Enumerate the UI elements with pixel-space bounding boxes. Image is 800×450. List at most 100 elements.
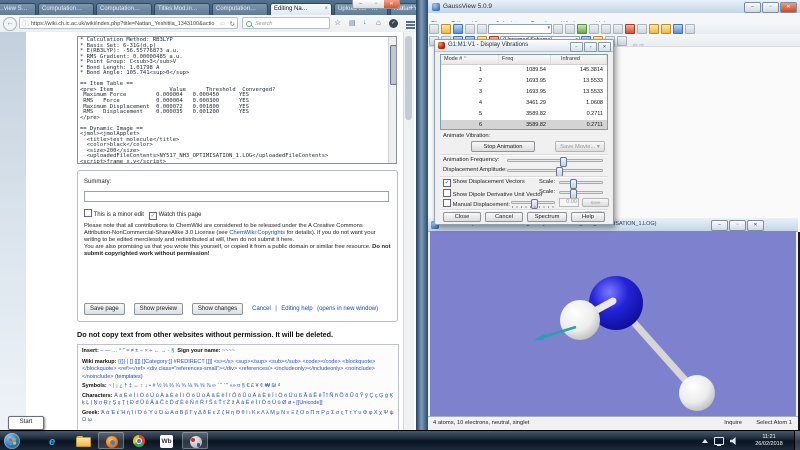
hydrogen-atom-front[interactable] bbox=[560, 300, 600, 340]
maximize-button[interactable]: ▫ bbox=[584, 42, 597, 52]
page-scrollbar-thumb[interactable] bbox=[405, 36, 412, 120]
maximize-button[interactable]: ▫ bbox=[368, 0, 383, 8]
vibration-modes-table[interactable]: Mode # ^ Freq Infrared 11089.54145.3814 … bbox=[440, 54, 608, 130]
network-icon[interactable] bbox=[714, 437, 724, 445]
print-icon[interactable] bbox=[465, 24, 475, 34]
query-tool-icon[interactable] bbox=[637, 24, 647, 34]
browser-tab[interactable]: Computation… bbox=[38, 3, 94, 15]
displacement-amplitude-slider[interactable] bbox=[507, 169, 603, 172]
taskbar-firefox[interactable] bbox=[98, 432, 124, 449]
open-folder-icon[interactable] bbox=[661, 24, 671, 34]
table-header[interactable]: Mode # ^ Freq Infrared bbox=[441, 55, 607, 65]
hidden-icons-icon[interactable] bbox=[702, 439, 708, 443]
translate-tool-icon[interactable] bbox=[601, 24, 611, 34]
table-row[interactable]: 21693.9513.5533 bbox=[441, 76, 607, 87]
watch-page-checkbox[interactable]: ✓ bbox=[149, 212, 157, 220]
taskbar-file-explorer[interactable] bbox=[70, 432, 96, 449]
url-bar[interactable]: ⓘ https://wiki.ch.ic.ac.uk/wiki/index.ph… bbox=[19, 17, 238, 29]
close-button[interactable]: ✕ bbox=[384, 0, 399, 8]
signature-characters[interactable]: ~~~~ bbox=[222, 348, 235, 354]
new-tab-button[interactable]: + bbox=[409, 3, 414, 13]
browser-tab[interactable]: Computation… bbox=[96, 3, 152, 15]
angle-tool-icon[interactable] bbox=[565, 24, 575, 34]
reader-mode-icon[interactable]: ▭ bbox=[220, 21, 225, 27]
wiki-source-textarea[interactable]: * Calculation Method: RB3LYP * Basis Set… bbox=[77, 36, 397, 164]
snapshot-icon[interactable] bbox=[685, 24, 695, 34]
delete-atom-icon[interactable] bbox=[625, 24, 635, 34]
taskbar-gaussview[interactable] bbox=[182, 432, 208, 449]
tab-scroll-right-icon[interactable]: › bbox=[401, 3, 404, 13]
dipole-scale-slider[interactable] bbox=[559, 191, 603, 194]
history-nav-arrows[interactable]: ⇦ ⇨ bbox=[632, 43, 644, 49]
minimize-button[interactable]: – bbox=[570, 42, 583, 52]
start-button[interactable] bbox=[4, 433, 20, 449]
maximize-button[interactable]: ▫ bbox=[762, 2, 779, 13]
taskbar-clock[interactable]: 11:21 26/02/2018 bbox=[746, 434, 792, 448]
close-button[interactable]: ✕ bbox=[598, 42, 611, 52]
accented-characters[interactable]: Á á É é Í í Ó ó Ú ú À à È è Ì ì Ò ò Ù ù … bbox=[82, 393, 393, 407]
minimize-button[interactable]: – bbox=[353, 0, 368, 8]
summary-input[interactable] bbox=[84, 191, 389, 202]
show-displacement-vectors-checkbox[interactable]: ✓ bbox=[443, 179, 451, 187]
table-row[interactable]: 43461.291.0608 bbox=[441, 98, 607, 109]
minimize-button[interactable]: – bbox=[711, 220, 728, 231]
help-button[interactable]: Help bbox=[571, 212, 605, 222]
rotate-tool-icon[interactable] bbox=[589, 24, 599, 34]
browser-tab[interactable]: Computation… bbox=[212, 3, 268, 15]
templates-link[interactable]: (templates) bbox=[115, 374, 143, 380]
save-page-button[interactable]: Save page bbox=[84, 303, 125, 315]
back-button[interactable]: ← bbox=[3, 17, 17, 31]
taskbar-wordweb[interactable]: Wb bbox=[154, 432, 180, 449]
table-row[interactable]: 11089.54145.3814 bbox=[441, 65, 607, 76]
browser-tab[interactable]: Titles:Mod.in… bbox=[154, 3, 210, 15]
new-file-icon[interactable] bbox=[429, 24, 439, 34]
open-file-icon[interactable] bbox=[441, 24, 451, 34]
cancel-link[interactable]: Cancel bbox=[252, 306, 271, 312]
bookmark-star-icon[interactable]: ☆ bbox=[334, 18, 341, 27]
manual-displacement-slider[interactable] bbox=[511, 201, 555, 204]
table-row[interactable]: 31693.9513.5533 bbox=[441, 87, 607, 98]
menu-hamburger-icon[interactable] bbox=[406, 21, 415, 23]
bond-tool-icon[interactable] bbox=[553, 24, 563, 34]
stop-animation-button[interactable]: Stop Animation bbox=[471, 141, 535, 152]
greek-characters[interactable]: Ά ά Έ έ Ή ή Ί ί Ό ό Ύ ύ Ώ ώ Α α Β β Γ γ … bbox=[82, 410, 394, 424]
adblock-shield-icon[interactable]: ✓ bbox=[389, 19, 398, 28]
close-button[interactable]: Close bbox=[443, 212, 481, 222]
table-row[interactable]: 53589.820.2711 bbox=[441, 109, 607, 120]
downloads-icon[interactable]: ↓ bbox=[363, 19, 367, 26]
maximize-button[interactable]: ▫ bbox=[729, 220, 746, 231]
browser-tab-active[interactable]: × Editing Na… bbox=[270, 3, 332, 15]
show-preview-button[interactable]: Show preview bbox=[134, 303, 183, 315]
browser-tab[interactable]: …view S… bbox=[0, 3, 36, 15]
minor-edit-checkbox[interactable] bbox=[84, 209, 92, 217]
table-row-selected[interactable]: 63589.820.2711 bbox=[441, 120, 607, 130]
close-button[interactable]: ✕ bbox=[780, 2, 797, 13]
symbol-characters[interactable]: ~ | ¡ ¿ † ‡ ↔ ↑ ↓ • # ½ ⅓ ⅔ ¼ ¾ ⅛ ⅜ ⅝ ⅞ … bbox=[108, 383, 280, 389]
add-fragment-icon[interactable] bbox=[577, 24, 587, 34]
editing-help-link[interactable]: Editing help bbox=[281, 306, 312, 312]
taskbar-internet-explorer[interactable]: e bbox=[42, 432, 68, 449]
page-info-icon[interactable]: ⓘ bbox=[22, 19, 29, 29]
cut-icon[interactable] bbox=[477, 24, 487, 34]
reload-icon[interactable]: ↻ bbox=[230, 20, 235, 28]
save-all-icon[interactable] bbox=[673, 24, 683, 34]
show-dipole-derivative-checkbox[interactable] bbox=[443, 189, 451, 197]
manual-displacement-checkbox[interactable] bbox=[443, 199, 451, 207]
vector-scale-slider[interactable] bbox=[559, 181, 603, 184]
zoom-tool-icon[interactable] bbox=[613, 24, 623, 34]
bookmarks-menu-icon[interactable]: ▤ bbox=[349, 19, 356, 27]
cancel-button[interactable]: Cancel bbox=[485, 212, 523, 222]
spectrum-button[interactable]: Spectrum bbox=[527, 212, 567, 222]
dialog-titlebar[interactable]: G1:M1:V1 - Display Vibrations – ▫ ✕ bbox=[435, 40, 613, 52]
builder-icon[interactable] bbox=[649, 24, 659, 34]
taskbar-chrome[interactable] bbox=[126, 432, 152, 449]
show-desktop-button[interactable] bbox=[794, 431, 800, 450]
show-changes-button[interactable]: Show changes bbox=[192, 303, 243, 315]
minimize-button[interactable]: – bbox=[744, 2, 761, 13]
home-icon[interactable]: ⌂ bbox=[376, 18, 381, 27]
molecule-viewport[interactable] bbox=[430, 231, 796, 417]
tile-windows-icon[interactable] bbox=[617, 36, 627, 46]
save-file-icon[interactable] bbox=[453, 24, 463, 34]
close-button[interactable]: ✕ bbox=[747, 220, 764, 231]
tab-close-icon[interactable]: × bbox=[324, 4, 328, 15]
